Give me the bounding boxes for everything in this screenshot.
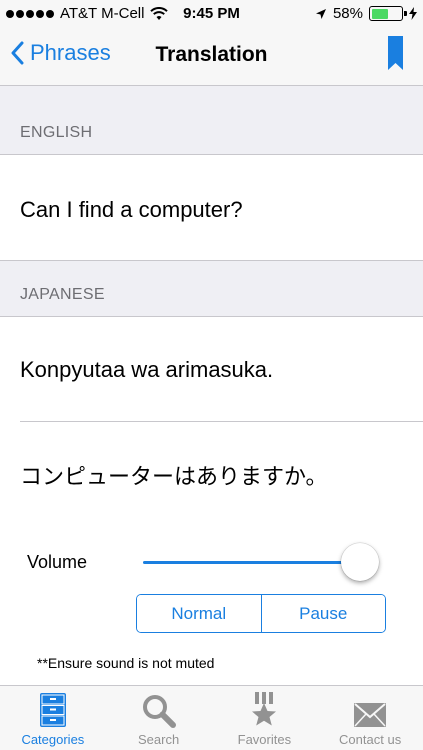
mute-warning-note: **Ensure sound is not muted bbox=[37, 655, 215, 671]
star-medal-icon bbox=[252, 692, 277, 726]
tab-search[interactable]: Search bbox=[106, 686, 212, 750]
bookmark-icon bbox=[388, 36, 403, 70]
bookmark-button[interactable] bbox=[388, 36, 403, 75]
tab-label: Search bbox=[138, 732, 180, 747]
japanese-phrase-cell: Konpyutaa wa arimasuka. コンピューターはありますか。 bbox=[0, 317, 423, 527]
tab-label: Categories bbox=[21, 732, 85, 747]
location-arrow-icon bbox=[315, 8, 326, 19]
japanese-section-header: JAPANESE bbox=[20, 286, 105, 303]
search-icon bbox=[142, 695, 176, 728]
audio-controls: Volume Normal Pause **Ensure sound is no… bbox=[0, 527, 423, 685]
page-title: Translation bbox=[155, 43, 268, 66]
english-phrase-cell: Can I find a computer? bbox=[0, 155, 423, 260]
volume-slider-track[interactable] bbox=[143, 561, 363, 564]
charging-bolt-icon bbox=[409, 7, 417, 20]
volume-label: Volume bbox=[27, 552, 88, 572]
english-phrase: Can I find a computer? bbox=[20, 197, 243, 222]
battery-percent: 58% bbox=[332, 5, 363, 22]
volume-slider-thumb[interactable] bbox=[341, 543, 379, 581]
japanese-romaji: Konpyutaa wa arimasuka. bbox=[20, 357, 274, 382]
tab-label: Contact us bbox=[339, 732, 402, 747]
status-bar: AT&T M-Cell 9:45 PM 58% bbox=[0, 0, 423, 28]
pause-button[interactable]: Pause bbox=[260, 595, 385, 632]
tab-bar: Categories Search Favorites Contact us bbox=[0, 685, 423, 750]
navigation-bar: Phrases Translation bbox=[0, 28, 423, 86]
tab-favorites[interactable]: Favorites bbox=[212, 686, 318, 750]
tab-categories[interactable]: Categories bbox=[0, 686, 106, 750]
divider bbox=[0, 260, 423, 261]
cabinet-icon bbox=[39, 693, 66, 727]
envelope-icon bbox=[354, 703, 387, 727]
normal-button[interactable]: Normal bbox=[137, 595, 261, 632]
japanese-native: コンピューターはありますか。 bbox=[20, 465, 328, 490]
battery-group: 58% bbox=[315, 5, 417, 22]
playback-segmented-control: Normal Pause bbox=[136, 594, 386, 633]
divider bbox=[20, 421, 423, 422]
english-section-header: ENGLISH bbox=[20, 124, 93, 141]
tab-label: Favorites bbox=[237, 732, 292, 747]
battery-icon bbox=[369, 6, 407, 21]
tab-contact-us[interactable]: Contact us bbox=[317, 686, 423, 750]
